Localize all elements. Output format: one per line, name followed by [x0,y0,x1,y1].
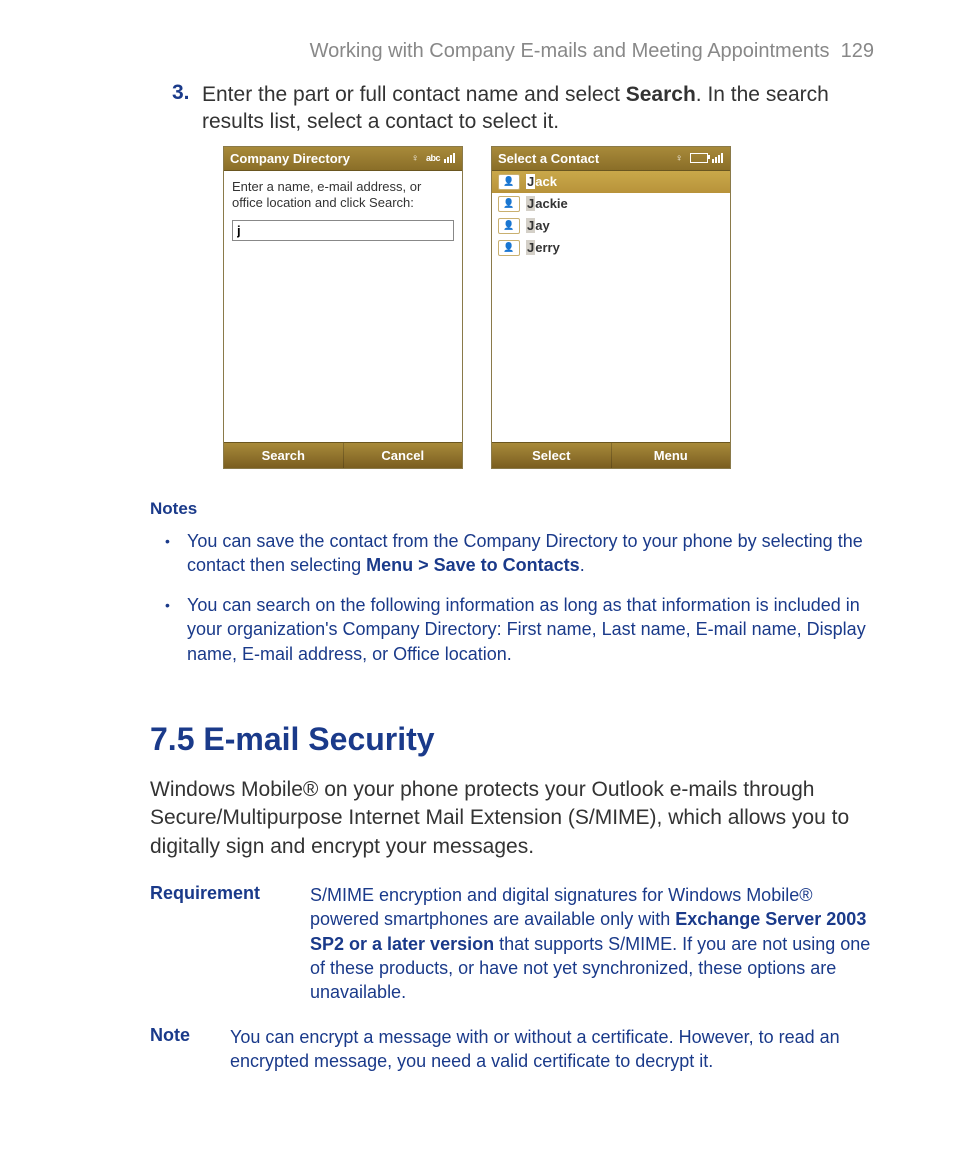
title-bar: Select a Contact ♀ [492,147,730,171]
section-heading: 7.5 E-mail Security [150,721,874,758]
phone-body: 👤 Jack 👤 Jackie 👤 Jay 👤 Jerry [492,171,730,442]
list-item[interactable]: 👤 Jackie [492,193,730,215]
contact-card-icon: 👤 [498,196,520,212]
step-number: 3. [172,81,202,136]
profile-icon: ♀ [672,152,686,164]
note-text: You can save the contact from the Compan… [187,529,874,578]
section-paragraph: Windows Mobile® on your phone protects y… [150,776,874,861]
page-header: Working with Company E-mails and Meeting… [80,40,874,63]
bullet-icon: • [165,593,187,666]
step-3: 3. Enter the part or full contact name a… [172,81,874,136]
step-text: Enter the part or full contact name and … [202,81,874,136]
contact-card-icon: 👤 [498,240,520,256]
list-item[interactable]: 👤 Jack [492,171,730,193]
requirement-label: Requirement [150,883,310,1004]
window-title: Select a Contact [498,151,599,166]
search-input[interactable] [232,220,454,241]
manual-page: Working with Company E-mails and Meeting… [0,0,954,1133]
search-prompt: Enter a name, e-mail address, or office … [232,179,454,213]
chapter-title: Working with Company E-mails and Meeting… [310,40,830,62]
signal-icon [712,153,724,163]
softkey-cancel[interactable]: Cancel [343,443,463,468]
note-label: Note [150,1025,230,1074]
note-item: • You can save the contact from the Comp… [165,529,874,578]
softkey-menu[interactable]: Menu [611,443,731,468]
softkey-bar: Search Cancel [224,442,462,468]
notes-list: • You can save the contact from the Comp… [165,529,874,666]
softkey-bar: Select Menu [492,442,730,468]
window-title: Company Directory [230,151,350,166]
note-block: Note You can encrypt a message with or w… [150,1025,874,1074]
note-text: You can encrypt a message with or withou… [230,1025,874,1074]
contact-list: 👤 Jack 👤 Jackie 👤 Jay 👤 Jerry [492,171,730,259]
battery-icon [690,153,708,163]
requirement-text: S/MIME encryption and digital signatures… [310,883,874,1004]
contact-card-icon: 👤 [498,218,520,234]
signal-icon [444,153,456,163]
note-text: You can search on the following informat… [187,593,874,666]
list-item[interactable]: 👤 Jay [492,215,730,237]
input-mode-icon: abc [426,152,440,164]
bullet-icon: • [165,529,187,578]
contact-name: Jay [526,218,550,233]
contact-name: Jackie [526,196,568,211]
notes-heading: Notes [150,499,874,519]
softkey-search[interactable]: Search [224,443,343,468]
list-item[interactable]: 👤 Jerry [492,237,730,259]
page-number: 129 [841,40,874,62]
softkey-select[interactable]: Select [492,443,611,468]
status-icons: ♀ [672,152,724,164]
contact-name: Jack [526,174,557,189]
contact-name: Jerry [526,240,560,255]
title-bar: Company Directory ♀ abc [224,147,462,171]
contact-card-icon: 👤 [498,174,520,190]
profile-icon: ♀ [408,152,422,164]
phone-select-contact: Select a Contact ♀ 👤 Jack 👤 Jackie [491,146,731,469]
note-item: • You can search on the following inform… [165,593,874,666]
phone-company-directory: Company Directory ♀ abc Enter a name, e-… [223,146,463,469]
phone-body: Enter a name, e-mail address, or office … [224,171,462,442]
screenshot-row: Company Directory ♀ abc Enter a name, e-… [80,146,874,469]
requirement-block: Requirement S/MIME encryption and digita… [150,883,874,1004]
status-icons: ♀ abc [408,152,456,164]
